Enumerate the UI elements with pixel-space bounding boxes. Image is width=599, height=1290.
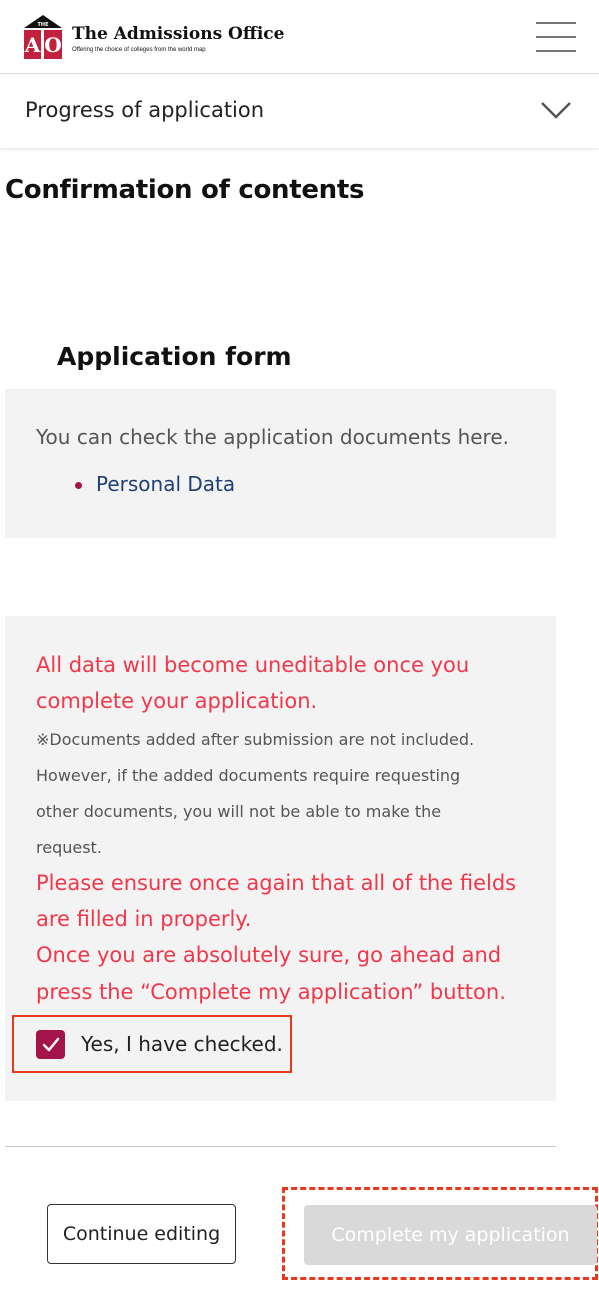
hamburger-menu-icon[interactable] (536, 20, 576, 54)
logo-mark-icon: THE A O (24, 15, 62, 59)
personal-data-link[interactable]: Personal Data (96, 472, 235, 496)
application-form-panel: You can check the application documents … (5, 389, 556, 538)
checkmark-icon (42, 1037, 60, 1052)
divider (5, 1146, 556, 1147)
section-title-application-form: Application form (57, 342, 292, 371)
page-title: Confirmation of contents (5, 175, 365, 205)
confirm-checkbox-label[interactable]: Yes, I have checked. (81, 1032, 283, 1056)
continue-editing-button[interactable]: Continue editing (47, 1204, 236, 1264)
confirm-checkbox[interactable] (36, 1030, 65, 1059)
notice-warning: press the “Complete my application” butt… (36, 980, 506, 1004)
site-logo[interactable]: THE A O The Admissions Office Offering t… (22, 14, 285, 60)
notice-warning: complete your application. (36, 689, 318, 713)
progress-accordion[interactable]: Progress of application (0, 74, 599, 148)
logo-tagline: Offering the choice of colleges from the… (72, 47, 206, 53)
svg-text:O: O (44, 33, 61, 57)
notice-warning: Once you are absolutely sure, go ahead a… (36, 943, 502, 967)
chevron-down-icon (541, 102, 571, 119)
bullet-icon (75, 482, 82, 489)
notice-note: ※Documents added after submission are no… (36, 730, 475, 749)
logo-title: The Admissions Office (72, 24, 285, 44)
notice-note: request. (36, 838, 102, 857)
notice-note: other documents, you will not be able to… (36, 802, 442, 821)
notice-note: However, if the added documents require … (36, 766, 461, 785)
notice-warning: are filled in properly. (36, 907, 252, 931)
progress-label: Progress of application (25, 98, 265, 122)
site-header: THE A O The Admissions Office Offering t… (0, 0, 599, 74)
form-description: You can check the application documents … (36, 425, 509, 449)
notice-warning: All data will become uneditable once you (36, 653, 470, 677)
notice-warning: Please ensure once again that all of the… (36, 871, 517, 895)
complete-application-button[interactable]: Complete my application (304, 1205, 597, 1265)
svg-text:A: A (24, 33, 41, 57)
list-item: Personal Data (75, 472, 235, 496)
svg-text:THE: THE (37, 22, 49, 28)
